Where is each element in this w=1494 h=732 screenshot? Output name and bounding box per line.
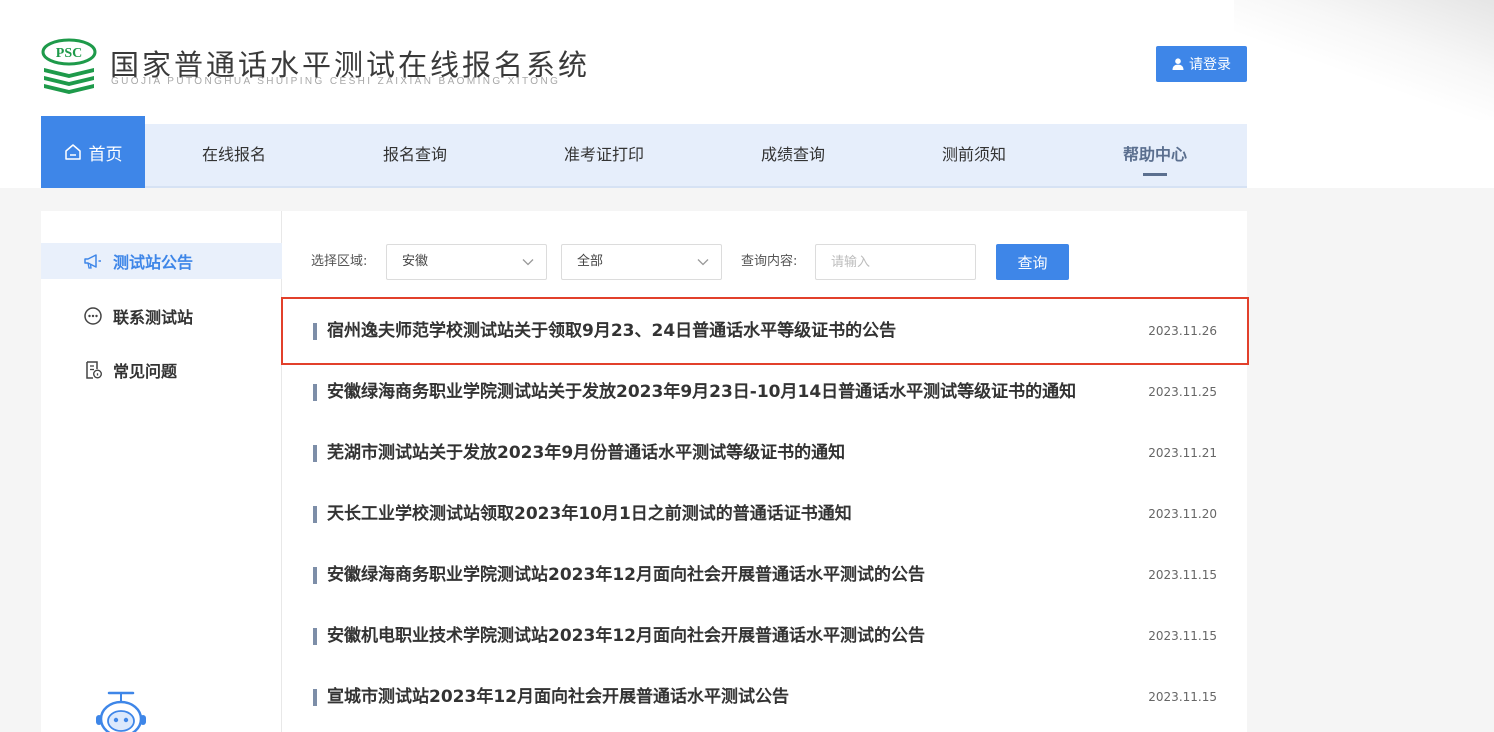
region-label: 选择区域:: [311, 254, 368, 269]
document-question-icon: [86, 361, 102, 379]
sidebar-label: 常见问题: [113, 362, 178, 381]
sidebar-label: 联系测试站: [113, 308, 194, 327]
main-nav: 首页 在线报名 报名查询 准考证打印 成绩查询 测前须知 帮助中心: [41, 116, 1247, 188]
sidebar-item-contact-station[interactable]: 联系测试站: [41, 298, 282, 334]
sidebar-item-faq[interactable]: 常见问题: [41, 352, 282, 388]
nav-home-label: 首页: [88, 144, 123, 165]
announcement-title[interactable]: 安徽绿海商务职业学院测试站2023年12月面向社会开展普通话水平测试的公告: [327, 545, 925, 606]
row-marker: [313, 567, 317, 584]
site-logo[interactable]: PSC 国家普通话水平测试在线报名系统 GUOJIA PUTONGHUA SHU…: [40, 38, 587, 94]
query-button[interactable]: 查询: [996, 244, 1069, 280]
psc-logo-icon: PSC: [41, 38, 97, 94]
nav-item-registration-query[interactable]: 报名查询: [348, 124, 482, 186]
chevron-down-icon: [522, 259, 534, 266]
customer-service-robot-icon[interactable]: [93, 687, 149, 732]
announcement-date: 2023.11.20: [1148, 507, 1217, 521]
login-button[interactable]: 请登录: [1156, 46, 1247, 82]
station-select[interactable]: 全部: [561, 244, 722, 280]
filter-bar: 选择区域: 安徽 全部 查询内容: 查询: [311, 244, 1211, 280]
announcement-row[interactable]: 芜湖市测试站关于发放2023年9月份普通话水平测试等级证书的通知 2023.11…: [282, 423, 1247, 484]
nav-item-pretest-notice[interactable]: 测前须知: [907, 124, 1041, 186]
home-icon: [64, 144, 81, 160]
region-select[interactable]: 安徽: [386, 244, 547, 280]
chat-bubble-icon: [84, 307, 102, 325]
sidebar-item-station-notice[interactable]: 测试站公告: [41, 243, 282, 279]
announcement-date: 2023.11.15: [1148, 690, 1217, 704]
region-select-value: 安徽: [402, 254, 429, 269]
announcement-row[interactable]: 安徽绿海商务职业学院测试站2023年12月面向社会开展普通话水平测试的公告 20…: [282, 545, 1247, 606]
megaphone-icon: [84, 254, 101, 269]
announcement-row[interactable]: 安徽机电职业技术学院测试站2023年12月面向社会开展普通话水平测试的公告 20…: [282, 606, 1247, 667]
nav-item-online-registration[interactable]: 在线报名: [167, 124, 301, 186]
user-icon: [1172, 58, 1184, 70]
sidebar-label: 测试站公告: [113, 253, 194, 272]
login-label: 请登录: [1189, 57, 1231, 73]
site-subtitle: GUOJIA PUTONGHUA SHUIPING CESHI ZAIXIAN …: [111, 76, 561, 87]
content-panel: 测试站公告 联系测试站 常见问题 选择区域: 安徽 全部 查询内容: 请输入 查…: [41, 211, 1247, 732]
announcement-title[interactable]: 宣城市测试站2023年12月面向社会开展普通话水平测试公告: [327, 667, 789, 728]
announcement-title[interactable]: 天长工业学校测试站领取2023年10月1日之前测试的普通话证书通知: [327, 484, 852, 545]
nav-home[interactable]: 首页: [41, 116, 145, 188]
sidebar: 测试站公告 联系测试站 常见问题: [41, 211, 282, 732]
announcement-row[interactable]: 天长工业学校测试站领取2023年10月1日之前测试的普通话证书通知 2023.1…: [282, 484, 1247, 545]
announcement-row[interactable]: 安徽绿海商务职业学院测试站关于发放2023年9月23日-10月14日普通话水平测…: [282, 362, 1247, 423]
corner-shadow: [1234, 0, 1494, 120]
highlight-frame: [281, 297, 1249, 365]
announcement-date: 2023.11.15: [1148, 629, 1217, 643]
row-marker: [313, 689, 317, 706]
nav-item-help-center[interactable]: 帮助中心: [1088, 124, 1222, 186]
announcement-title[interactable]: 芜湖市测试站关于发放2023年9月份普通话水平测试等级证书的通知: [327, 423, 845, 484]
query-label: 查询内容:: [741, 254, 798, 269]
row-marker: [313, 628, 317, 645]
chevron-down-icon: [697, 259, 709, 266]
announcement-date: 2023.11.15: [1148, 568, 1217, 582]
logo-badge-text: PSC: [56, 46, 82, 61]
row-marker: [313, 445, 317, 462]
nav-item-admission-print[interactable]: 准考证打印: [529, 124, 679, 186]
station-select-value: 全部: [577, 254, 604, 269]
announcement-row[interactable]: 宣城市测试站2023年12月面向社会开展普通话水平测试公告 2023.11.15: [282, 667, 1247, 728]
nav-item-score-query[interactable]: 成绩查询: [726, 124, 860, 186]
announcement-title[interactable]: 安徽绿海商务职业学院测试站关于发放2023年9月23日-10月14日普通话水平测…: [327, 362, 1076, 423]
query-input[interactable]: [815, 244, 976, 280]
announcement-date: 2023.11.21: [1148, 446, 1217, 460]
row-marker: [313, 506, 317, 523]
announcement-title[interactable]: 安徽机电职业技术学院测试站2023年12月面向社会开展普通话水平测试的公告: [327, 606, 925, 667]
announcement-date: 2023.11.25: [1148, 385, 1217, 399]
row-marker: [313, 384, 317, 401]
